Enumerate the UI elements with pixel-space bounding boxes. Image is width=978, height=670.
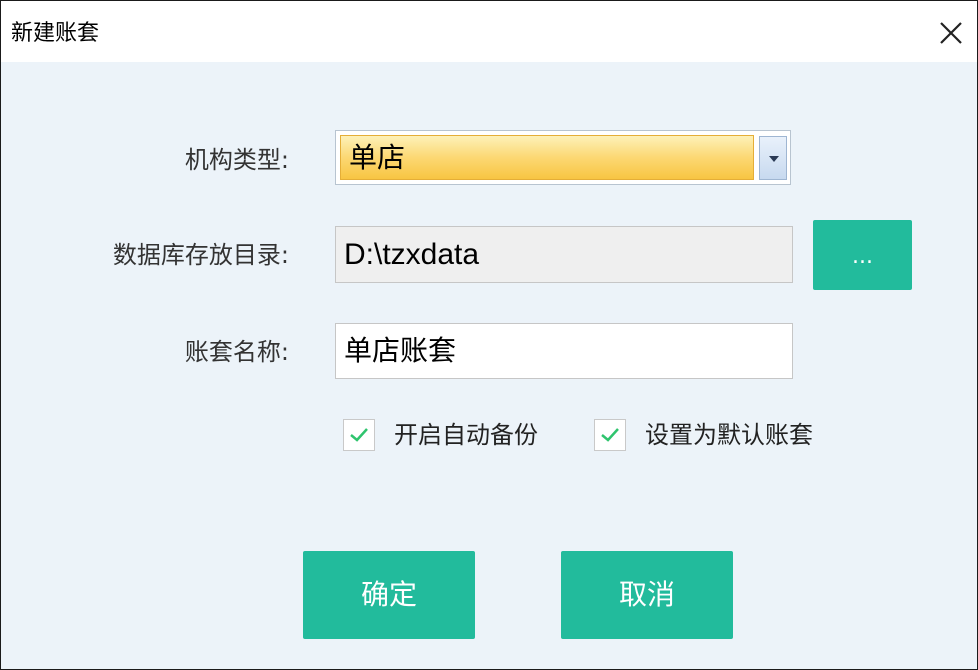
cancel-button[interactable]: 取消 bbox=[561, 551, 733, 639]
org-type-select[interactable]: 单店 bbox=[335, 130, 791, 185]
account-name-field[interactable]: 单店账套 bbox=[335, 323, 793, 379]
close-icon bbox=[940, 22, 962, 44]
auto-backup-label[interactable]: 开启自动备份 bbox=[394, 421, 538, 449]
org-type-value: 单店 bbox=[340, 135, 754, 180]
browse-button[interactable]: ... bbox=[813, 220, 912, 290]
account-name-label: 账套名称: bbox=[184, 338, 289, 366]
auto-backup-checkbox[interactable] bbox=[343, 419, 375, 451]
chevron-down-icon bbox=[769, 156, 779, 162]
default-account-label[interactable]: 设置为默认账套 bbox=[645, 421, 813, 449]
checkmark-icon bbox=[601, 428, 619, 442]
default-account-checkbox[interactable] bbox=[594, 419, 626, 451]
org-type-label: 机构类型: bbox=[184, 146, 289, 174]
dialog-title: 新建账套 bbox=[11, 21, 100, 46]
db-dir-label: 数据库存放目录: bbox=[112, 241, 289, 269]
db-dir-field[interactable]: D:\tzxdata bbox=[335, 226, 793, 283]
confirm-button[interactable]: 确定 bbox=[303, 551, 475, 639]
new-account-dialog: 新建账套 机构类型: 单店 数据库存放目录: D:\tzxdata ... 账套… bbox=[0, 0, 978, 670]
close-button[interactable] bbox=[935, 17, 967, 49]
title-bar: 新建账套 bbox=[1, 1, 977, 62]
checkmark-icon bbox=[350, 428, 368, 442]
dropdown-button[interactable] bbox=[759, 136, 787, 180]
